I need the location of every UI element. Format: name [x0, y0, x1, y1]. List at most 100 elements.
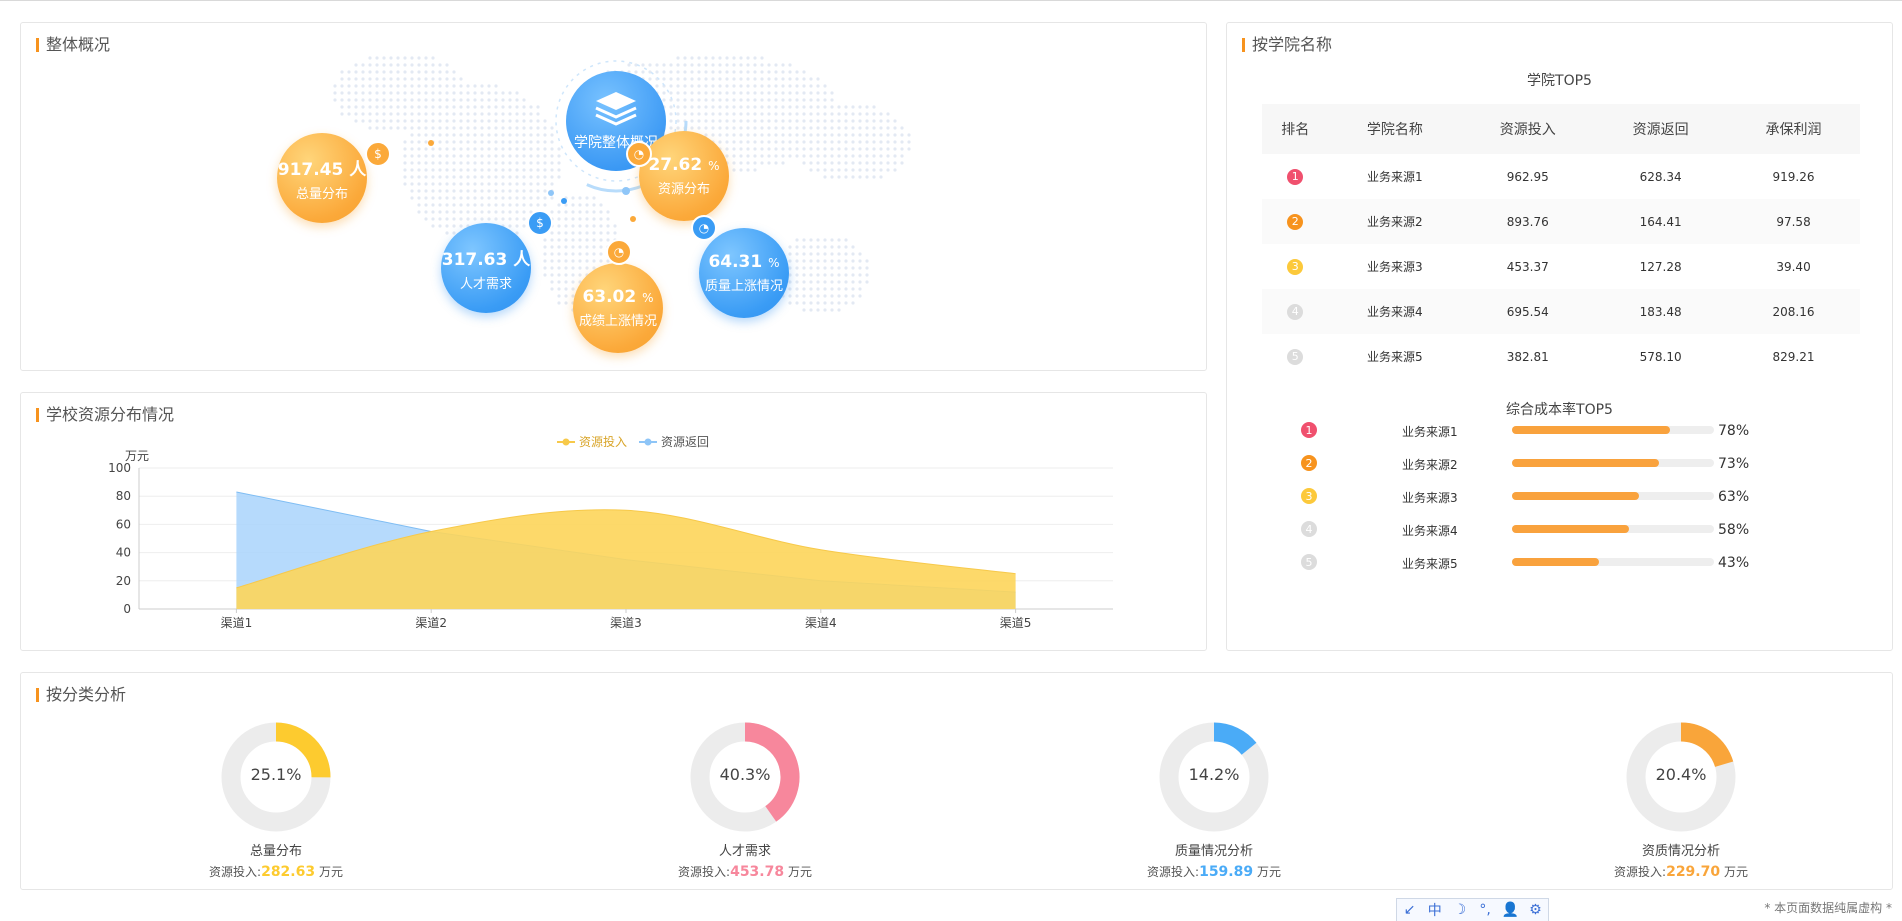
category-donut-1[interactable]: 25.1% 总量分布 资源投入:282.63 万元 [126, 673, 426, 891]
bubble-score-growth[interactable]: 63.02 % 成绩上涨情况 [573, 263, 663, 353]
rank-cell: 1 [1262, 154, 1328, 199]
category-donut-2[interactable]: 40.3% 人才需求 资源投入:453.78 万元 [595, 673, 895, 891]
rank-badge: 1 [1301, 422, 1317, 438]
category-panel: 按分类分析 25.1% 总量分布 资源投入:282.63 万元 40.3% 人才需求 资源… [20, 672, 1893, 890]
progress-fill [1512, 459, 1660, 467]
cost-source-name: 业务来源4 [1402, 524, 1458, 538]
table-row[interactable]: 5 业务来源5 382.81 578.10 829.21 [1262, 334, 1860, 379]
x-tick-label: 渠道2 [415, 616, 447, 630]
gear-icon[interactable]: ⚙ [1526, 902, 1544, 918]
progress-track [1512, 525, 1714, 533]
cell-profit: 97.58 [1727, 199, 1860, 244]
bubble-label: 人才需求 [459, 276, 512, 292]
column-header: 资源返回 [1594, 104, 1728, 154]
legend-marker [644, 438, 652, 446]
progress-fill [1512, 525, 1630, 533]
decor-dot [428, 140, 434, 146]
bubble-value: 317.63 人 [441, 249, 531, 270]
progress-track [1512, 492, 1714, 500]
cell-ret: 183.48 [1594, 289, 1728, 334]
footnote: * 本页面数据纯属虚构 * [1764, 901, 1892, 915]
donut-percent: 14.2% [1188, 765, 1240, 784]
x-tick-label: 渠道4 [805, 616, 837, 630]
rank-badge: 5 [1301, 554, 1317, 570]
layers-icon [595, 92, 637, 126]
cost-percent: 58% [1718, 522, 1750, 538]
progress-fill [1512, 426, 1670, 434]
rank-badge: 2 [1301, 455, 1317, 471]
table-row[interactable]: 2 业务来源2 893.76 164.41 97.58 [1262, 199, 1860, 244]
punctuation-icon[interactable]: °, [1476, 902, 1494, 918]
rank-cell: 2 [1262, 199, 1329, 244]
decor-dot [622, 187, 630, 195]
donut-percent: 25.1% [250, 765, 302, 784]
decor-dot [548, 190, 554, 196]
progress-track [1512, 459, 1714, 467]
bubble-resource-distribution[interactable]: 27.62 % 资源分布 [639, 131, 729, 221]
bubble-quality-growth[interactable]: 64.31 % 质量上涨情况 [699, 228, 789, 318]
category-donut-4[interactable]: 20.4% 资质情况分析 资源投入:229.70 万元 [1531, 673, 1831, 891]
rank-badge: 4 [1287, 303, 1304, 320]
expand-icon[interactable]: ↙ [1401, 902, 1419, 918]
bubble-total-distribution[interactable]: 917.45 人 总量分布 [277, 133, 367, 223]
cell-invest: 453.37 [1506, 259, 1549, 274]
donut-name: 总量分布 [249, 844, 302, 859]
legend-label[interactable]: 资源返回 [661, 435, 709, 449]
rank-badge: 4 [1301, 521, 1317, 537]
money-bag-icon: $ [527, 210, 553, 236]
legend-label[interactable]: 资源投入 [579, 434, 627, 449]
cell-name: 业务来源4 [1328, 289, 1462, 334]
column-header: 承保利润 [1727, 104, 1860, 154]
cell-name: 业务来源1 [1367, 170, 1423, 184]
resource-area-chart: 0 20 40 60 80 100万元渠道1 渠道2 渠道3 渠道4 渠道5 资源投入 资源返回 [108, 434, 1113, 630]
progress-fill [1512, 492, 1640, 500]
x-tick-label: 渠道5 [1000, 616, 1032, 630]
cell-invest: 962.95 [1506, 169, 1549, 184]
cell-ret: 628.34 [1639, 169, 1682, 184]
college-title: 按学院名称 [1242, 35, 1332, 55]
progress-track [1512, 558, 1714, 566]
cell-ret: 127.28 [1639, 259, 1682, 274]
y-tick-label: 100 [108, 461, 131, 475]
cost-percent: 63% [1718, 489, 1750, 505]
chinese-input-icon[interactable]: 中 [1426, 900, 1444, 920]
y-tick-label: 20 [116, 574, 131, 588]
moon-icon[interactable]: ☽ [1451, 902, 1469, 918]
bubble-label: 成绩上涨情况 [578, 314, 657, 329]
bubble-label: 资源分布 [657, 182, 710, 197]
bubble-talent-demand[interactable]: 317.63 人 人才需求 [441, 223, 531, 313]
donut-name: 资质情况分析 [1641, 844, 1720, 859]
donut-segment [1680, 722, 1734, 768]
cell-profit: 208.16 [1727, 289, 1860, 334]
rank-cell: 5 [1262, 334, 1328, 379]
bubble-label: 质量上涨情况 [704, 279, 783, 294]
cell-invest: 382.81 [1506, 349, 1549, 364]
user-icon[interactable]: 👤 [1501, 902, 1519, 918]
cost-rate-row: 3 业务来源3 63% [1227, 484, 1894, 508]
rank-badge: 5 [1287, 348, 1304, 365]
cell-profit: 829.21 [1772, 349, 1815, 364]
column-header: 学院名称 [1328, 104, 1462, 154]
table-row[interactable]: 3 业务来源3 453.37 127.28 39.40 [1262, 244, 1860, 289]
cost-source-name: 业务来源1 [1402, 425, 1458, 439]
table-row[interactable]: 1 业务来源1 962.95 628.34 919.26 [1262, 154, 1860, 199]
y-tick-label: 40 [116, 546, 131, 560]
cost-rate-row: 1 业务来源1 78% [1227, 418, 1894, 442]
cost-source-name: 业务来源2 [1402, 458, 1458, 472]
rank-badge: 3 [1287, 258, 1304, 275]
top-border [0, 0, 1902, 3]
cell-ret: 578.10 [1639, 349, 1682, 364]
cell-name: 业务来源3 [1367, 260, 1423, 274]
donut-name: 质量情况分析 [1174, 844, 1253, 859]
category-donut-3[interactable]: 14.2% 质量情况分析 资源投入:159.89 万元 [1064, 673, 1364, 891]
rank-badge: 1 [1287, 168, 1304, 185]
bubble-value: 64.31 % [708, 252, 780, 272]
cost-percent: 78% [1718, 423, 1750, 439]
pie-icon: ◔ [606, 239, 632, 265]
table-row[interactable]: 4 业务来源4 695.54 183.48 208.16 [1262, 289, 1860, 334]
cell-name: 业务来源2 [1328, 199, 1462, 244]
donut-invest: 资源投入:229.70 万元 [1614, 864, 1748, 880]
cell-invest: 893.76 [1461, 199, 1595, 244]
column-header: 排名 [1262, 104, 1329, 154]
decor-dot [561, 198, 567, 204]
